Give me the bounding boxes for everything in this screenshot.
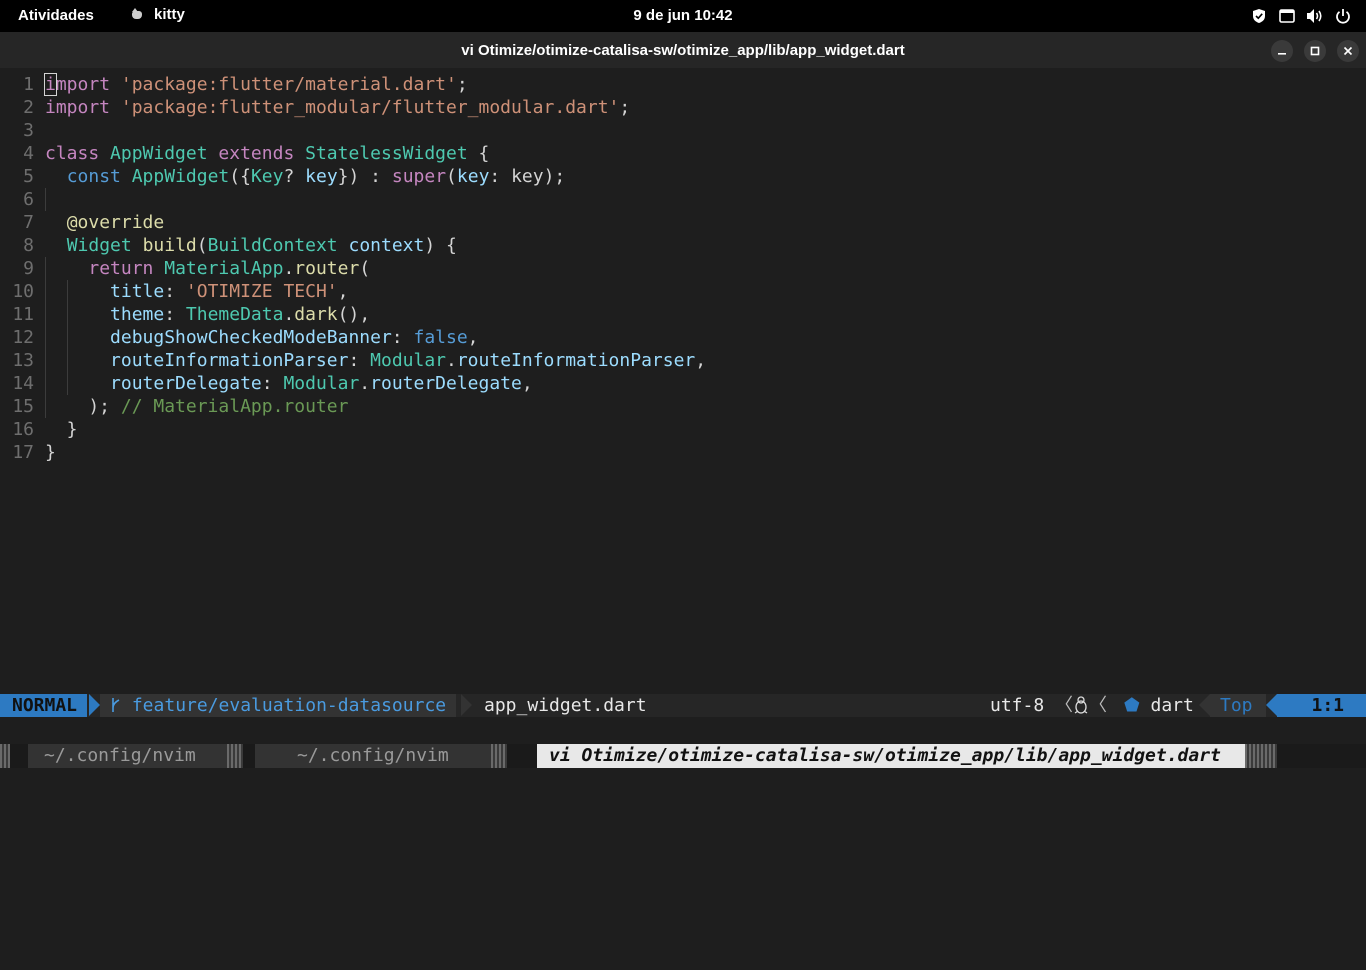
minimize-icon: [1278, 53, 1286, 55]
line-number: 3: [23, 120, 34, 141]
code-line[interactable]: 3: [0, 119, 1366, 142]
line-number: 12: [12, 327, 34, 348]
line-number: 14: [12, 373, 34, 394]
tab-separator: [0, 744, 10, 768]
git-branch: feature/evaluation-datasource: [100, 694, 457, 717]
window-title: vi Otimize/otimize-catalisa-sw/otimize_a…: [461, 42, 905, 59]
separator-arrow: [89, 694, 100, 716]
tab-separator: [491, 744, 507, 768]
close-icon: [1343, 46, 1353, 56]
code-line[interactable]: 6: [0, 188, 1366, 211]
code-line[interactable]: 16 }: [0, 418, 1366, 441]
cursor-location: 1:1: [1277, 694, 1366, 717]
code-line[interactable]: 8 Widget build(BuildContext context) {: [0, 234, 1366, 257]
power-icon[interactable]: [1334, 7, 1352, 25]
dart-icon: ⬟: [1124, 695, 1140, 716]
line-number: 16: [12, 419, 34, 440]
code-line[interactable]: 5 const AppWidget({Key? key}) : super(ke…: [0, 165, 1366, 188]
window-titlebar[interactable]: vi Otimize/otimize-catalisa-sw/otimize_a…: [0, 32, 1366, 68]
code-line[interactable]: 4 class AppWidget extends StatelessWidget…: [0, 142, 1366, 165]
app-menu[interactable]: kitty: [130, 6, 185, 23]
code-line[interactable]: 15 ); // MaterialApp.router: [0, 395, 1366, 418]
system-tray[interactable]: [1240, 7, 1352, 25]
line-number: 5: [23, 166, 34, 187]
tab-separator: [1245, 744, 1277, 768]
separator-arrow: [1266, 694, 1277, 716]
close-button[interactable]: [1337, 40, 1359, 62]
line-number: 13: [12, 350, 34, 371]
kitty-tab-bar: ~/.config/nvim ~/.config/nvim vi Otimize…: [0, 744, 1366, 768]
line-number: 7: [23, 212, 34, 233]
separator-arrow: [461, 694, 472, 716]
line-number: 10: [12, 281, 34, 302]
line-number: 2: [23, 97, 34, 118]
mode-indicator: NORMAL: [0, 694, 88, 717]
line-number: 9: [23, 258, 34, 279]
text-cursor: i: [44, 73, 57, 96]
code-editor[interactable]: 1 import 'package:flutter/material.dart';…: [0, 73, 1366, 464]
linux-icon: [1073, 695, 1089, 716]
code-line[interactable]: 2 import 'package:flutter_modular/flutter…: [0, 96, 1366, 119]
shield-icon[interactable]: [1250, 7, 1268, 25]
line-number: 6: [23, 189, 34, 210]
line-number: 15: [12, 396, 34, 417]
tab-1[interactable]: ~/.config/nvim: [28, 744, 227, 768]
gnome-top-bar: Atividades kitty 9 de jun 10:42: [0, 0, 1366, 32]
git-branch-icon: [110, 695, 121, 716]
code-line[interactable]: 17}: [0, 441, 1366, 464]
code-line[interactable]: 10 title: 'OTIMIZE TECH',: [0, 280, 1366, 303]
code-line[interactable]: 12 debugShowCheckedModeBanner: false,: [0, 326, 1366, 349]
line-number: 17: [12, 442, 34, 463]
maximize-button[interactable]: [1304, 40, 1326, 62]
branch-name: feature/evaluation-datasource: [131, 695, 447, 716]
code-line[interactable]: 9 return MaterialApp.router(: [0, 257, 1366, 280]
activities-button[interactable]: Atividades: [18, 7, 94, 24]
code-line[interactable]: 14 routerDelegate: Modular.routerDelegat…: [0, 372, 1366, 395]
volume-icon[interactable]: [1306, 7, 1324, 25]
file-name: app_widget.dart: [484, 695, 647, 716]
code-line[interactable]: 7 @override: [0, 211, 1366, 234]
line-number: 1: [23, 74, 34, 95]
tab-3-active[interactable]: vi Otimize/otimize-catalisa-sw/otimize_a…: [537, 744, 1245, 768]
line-number: 11: [12, 304, 34, 325]
code-line[interactable]: 11 theme: ThemeData.dark(),: [0, 303, 1366, 326]
maximize-icon: [1310, 46, 1320, 56]
app-name: kitty: [154, 6, 185, 23]
kitty-cat-icon: [130, 7, 144, 22]
clock[interactable]: 9 de jun 10:42: [633, 7, 732, 24]
screen-icon[interactable]: [1278, 7, 1296, 25]
code-line[interactable]: 1 import 'package:flutter/material.dart';: [0, 73, 1366, 96]
line-number: 8: [23, 235, 34, 256]
tab-separator: [227, 744, 243, 768]
line-number: 4: [23, 143, 34, 164]
separator-arrow: [1199, 694, 1210, 716]
tab-2[interactable]: ~/.config/nvim: [255, 744, 491, 768]
minimize-button[interactable]: [1271, 40, 1293, 62]
vim-statusline: NORMAL feature/evaluation-datasource app…: [0, 694, 1366, 717]
scroll-position: Top: [1210, 694, 1266, 717]
code-line[interactable]: 13 routeInformationParser: Modular.route…: [0, 349, 1366, 372]
file-encoding: utf-8 〈〈: [990, 695, 1108, 716]
file-type: ⬟ dart: [1124, 695, 1194, 716]
